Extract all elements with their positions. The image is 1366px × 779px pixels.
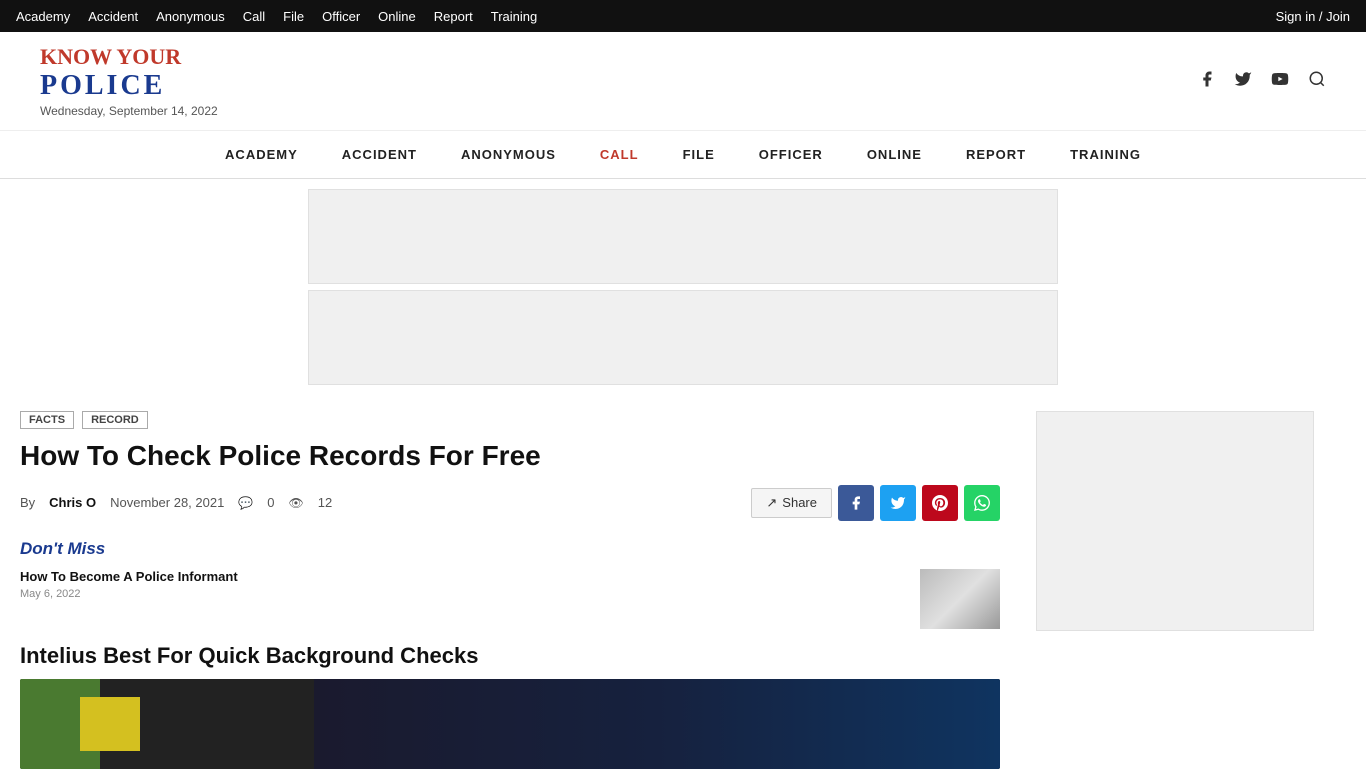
dont-miss-item-image	[920, 569, 1000, 629]
pinterest-share-button[interactable]	[922, 485, 958, 521]
dont-miss-item-text: How To Become A Police Informant May 6, …	[20, 569, 910, 601]
article-title: How To Check Police Records For Free	[20, 439, 1000, 473]
search-icon[interactable]	[1308, 70, 1326, 93]
dont-miss-item-title[interactable]: How To Become A Police Informant	[20, 569, 910, 586]
whatsapp-share-button[interactable]	[964, 485, 1000, 521]
nav-online[interactable]: ONLINE	[845, 131, 944, 178]
list-item: How To Become A Police Informant May 6, …	[20, 569, 1000, 629]
nav-accident[interactable]: ACCIDENT	[320, 131, 439, 178]
author-name[interactable]: Chris O	[49, 495, 96, 510]
nav-anonymous[interactable]: ANONYMOUS	[439, 131, 578, 178]
nav-training[interactable]: TRAINING	[1048, 131, 1163, 178]
header-icons	[1198, 70, 1326, 93]
eye-icon	[289, 495, 304, 510]
article-body: Intelius Best For Quick Background Check…	[20, 643, 1000, 769]
share-label: Share	[782, 495, 817, 510]
topbar-anonymous[interactable]: Anonymous	[156, 9, 225, 24]
article-image	[20, 679, 1000, 769]
top-bar: Academy Accident Anonymous Call File Off…	[0, 0, 1366, 32]
topbar-accident[interactable]: Accident	[88, 9, 138, 24]
dont-miss-section: Don't Miss How To Become A Police Inform…	[20, 539, 1000, 629]
main-nav: ACADEMY ACCIDENT ANONYMOUS CALL FILE OFF…	[0, 131, 1366, 179]
topbar-call[interactable]: Call	[243, 9, 265, 24]
article-date: November 28, 2021	[110, 495, 224, 510]
sidebar-ad	[1036, 411, 1314, 631]
tag-record[interactable]: RECORD	[82, 411, 148, 429]
logo-know: KNOW YOUR	[40, 44, 181, 70]
signin-link[interactable]: Sign in / Join	[1276, 9, 1350, 24]
comment-count: 0	[267, 495, 274, 510]
nav-call[interactable]: CALL	[578, 131, 661, 178]
nav-officer[interactable]: OFFICER	[737, 131, 845, 178]
twitter-icon[interactable]	[1234, 70, 1252, 93]
topbar-file[interactable]: File	[283, 9, 304, 24]
nav-academy[interactable]: ACADEMY	[203, 131, 320, 178]
nav-report[interactable]: REPORT	[944, 131, 1048, 178]
topbar-training[interactable]: Training	[491, 9, 537, 24]
twitter-share-button[interactable]	[880, 485, 916, 521]
site-header: KNOW YOUR POLICE Wednesday, September 14…	[0, 32, 1366, 131]
dont-miss-title: Don't Miss	[20, 539, 1000, 559]
image-yellow-bar	[80, 697, 140, 751]
dont-miss-img-inner	[920, 569, 1000, 629]
main-content: FACTS RECORD How To Check Police Records…	[0, 401, 1020, 779]
top-bar-links: Academy Accident Anonymous Call File Off…	[16, 9, 537, 24]
tag-facts[interactable]: FACTS	[20, 411, 74, 429]
logo-area[interactable]: KNOW YOUR POLICE Wednesday, September 14…	[40, 44, 218, 118]
sidebar	[1020, 401, 1330, 779]
topbar-report[interactable]: Report	[434, 9, 473, 24]
facebook-icon[interactable]	[1198, 70, 1216, 93]
comment-icon	[238, 495, 253, 510]
dont-miss-item-date: May 6, 2022	[20, 588, 910, 600]
topbar-academy[interactable]: Academy	[16, 9, 70, 24]
ad-block-2	[308, 290, 1058, 385]
nav-file[interactable]: FILE	[661, 131, 737, 178]
ad-area	[308, 179, 1058, 385]
site-date: Wednesday, September 14, 2022	[40, 104, 218, 118]
content-wrapper: FACTS RECORD How To Check Police Records…	[0, 391, 1366, 779]
article-body-heading: Intelius Best For Quick Background Check…	[20, 643, 1000, 669]
youtube-icon[interactable]	[1270, 70, 1290, 93]
topbar-online[interactable]: Online	[378, 9, 416, 24]
ad-block-1	[308, 189, 1058, 284]
view-count: 12	[318, 495, 332, 510]
share-bar: ↗ Share	[751, 485, 1000, 521]
article-meta: By Chris O November 28, 2021 0 12 ↗ Shar…	[20, 485, 1000, 521]
share-icon: ↗	[766, 495, 777, 511]
logo-police: POLICE	[40, 70, 165, 102]
article-tags: FACTS RECORD	[20, 411, 1000, 429]
topbar-officer[interactable]: Officer	[322, 9, 360, 24]
by-label: By	[20, 495, 35, 510]
share-button[interactable]: ↗ Share	[751, 488, 832, 518]
image-dark-right	[314, 679, 1000, 769]
facebook-share-button[interactable]	[838, 485, 874, 521]
